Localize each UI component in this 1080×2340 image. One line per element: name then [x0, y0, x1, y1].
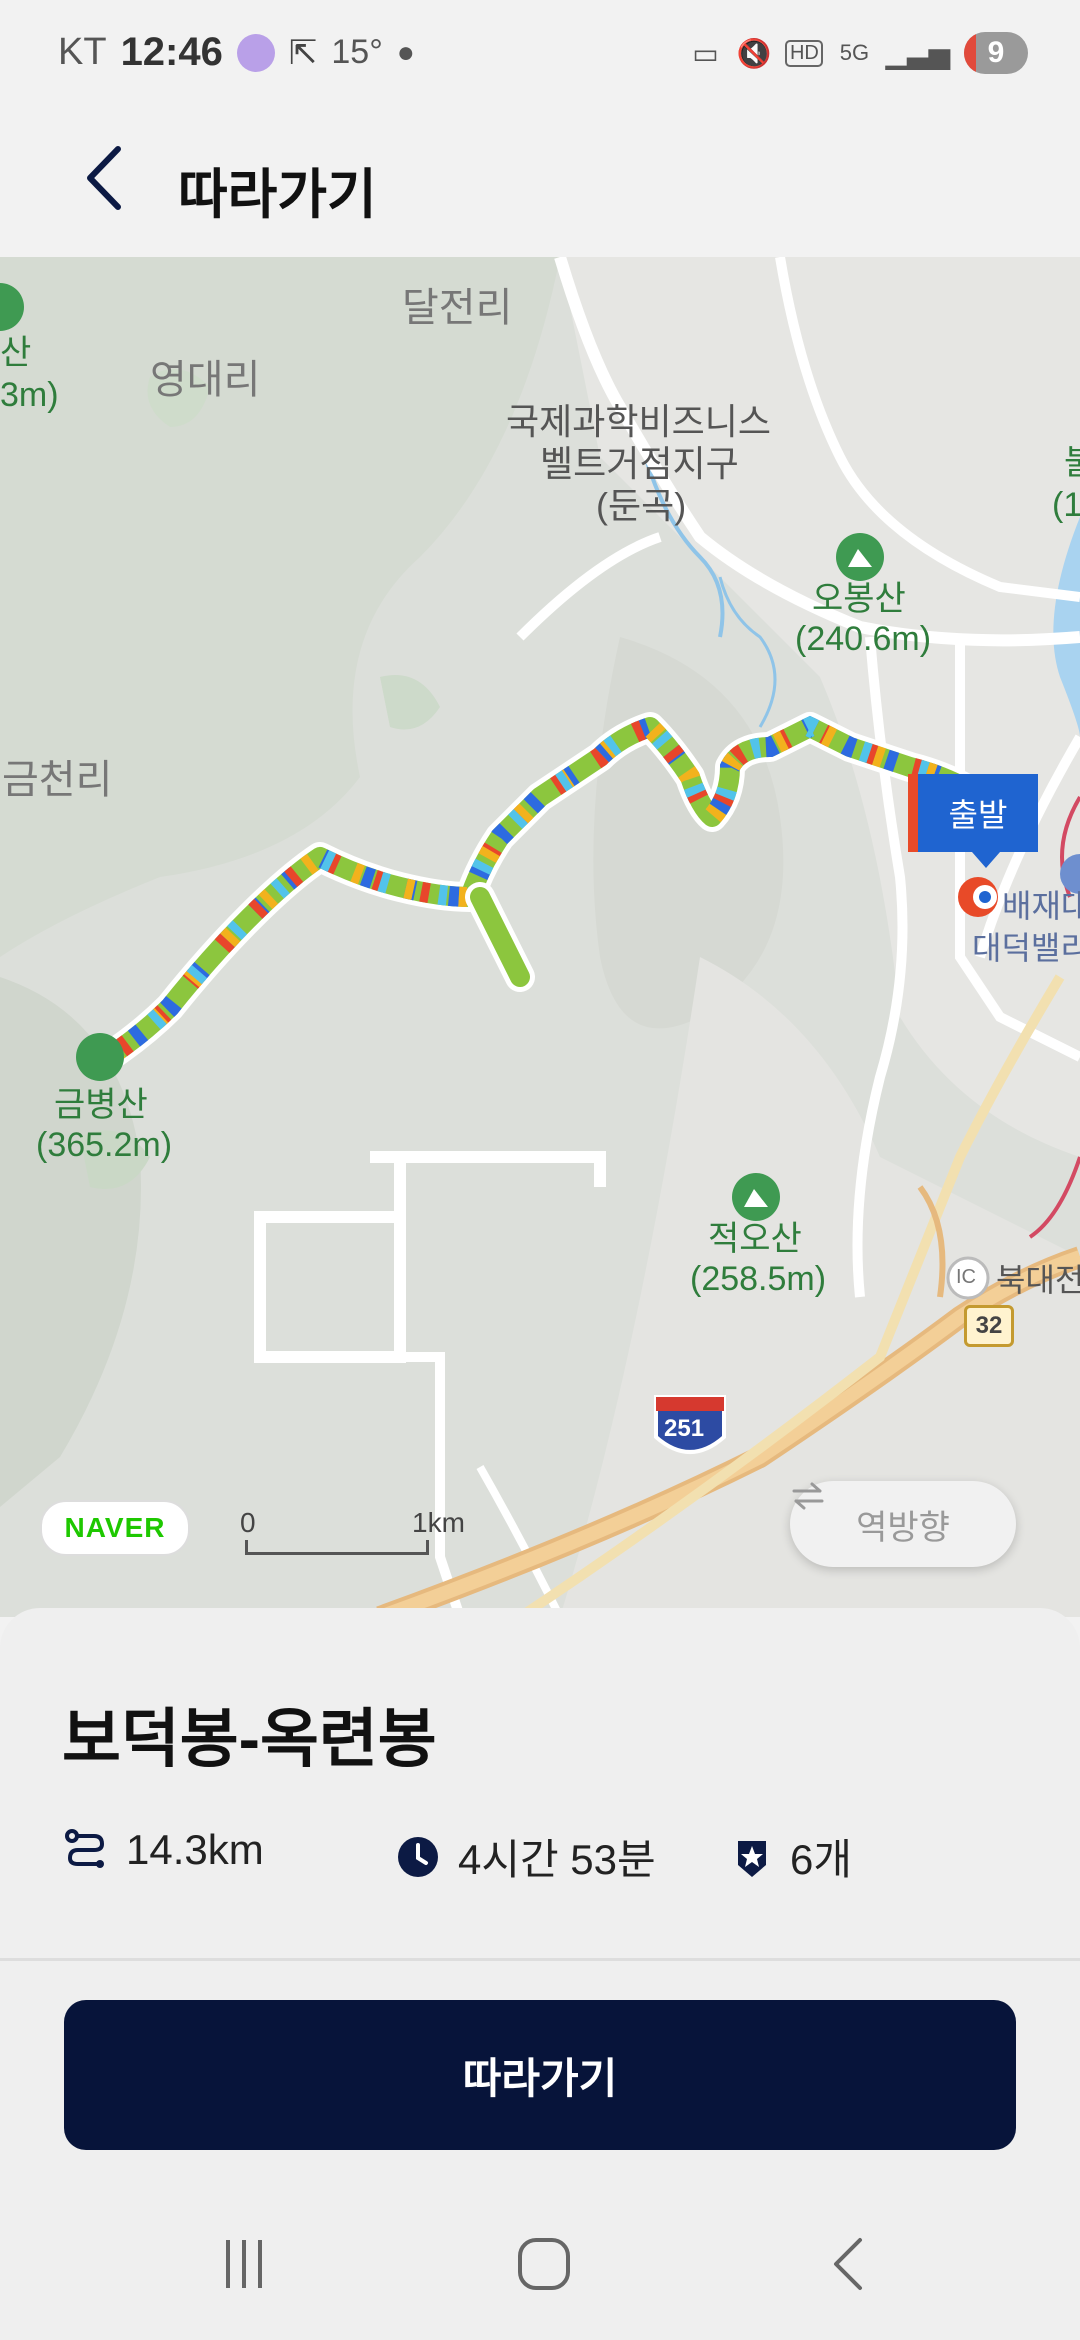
place-label-belt-3: (둔곡) — [596, 485, 687, 526]
home-icon — [518, 2238, 570, 2290]
start-flag: 출발 — [908, 774, 1038, 868]
status-left: KT 12:46 ⇱ 15° ● — [58, 30, 415, 75]
distance-stat: 14.3km — [64, 1826, 264, 1874]
map-view[interactable]: 달전리 영대리 금천리 국제과학비즈니스 벨트거점지구 (둔곡) 산 3m) 불… — [0, 257, 1080, 1617]
clock: 12:46 — [120, 30, 223, 74]
reverse-direction-button[interactable]: 역방향 — [790, 1481, 1016, 1567]
peak-label-obong-name: 오봉산 — [812, 580, 906, 618]
route-32-shield: 32 — [964, 1305, 1014, 1347]
signal-icon: ▁▃▅ — [885, 37, 950, 69]
back-arrow-icon — [834, 2238, 862, 2290]
peak-label-jeogo-elev: (258.5m) — [690, 1260, 827, 1298]
course-title: 보덕봉-옥련봉 — [62, 1703, 437, 1775]
reverse-direction-label: 역방향 — [856, 1508, 950, 1547]
route-icon — [65, 1829, 105, 1868]
checkpoints-stat: 6개 — [732, 1826, 852, 1887]
mute-icon: 🔇 — [736, 37, 772, 69]
poi-label-baejae-2: 대덕밸리 — [972, 930, 1080, 966]
back-button[interactable] — [68, 143, 138, 213]
place-label-right-partial-2: (1 — [1052, 486, 1080, 524]
carrier-label: KT — [58, 31, 107, 73]
chevron-left-icon — [87, 146, 121, 210]
checkpoints-value: 6개 — [790, 1836, 852, 1883]
place-label-geumcheon: 금천리 — [2, 758, 113, 802]
peak-label-left-partial-2: 3m) — [0, 376, 59, 414]
recent-apps-button[interactable] — [204, 2228, 284, 2300]
follow-button[interactable]: 따라가기 — [64, 2000, 1016, 2150]
more-notifications-icon: ● — [396, 35, 415, 69]
place-label-daljeon: 달전리 — [402, 286, 513, 330]
heart-app-icon — [236, 33, 275, 72]
sheet-divider — [0, 1958, 1080, 1961]
naver-logo: NAVER — [40, 1500, 190, 1556]
battery-icon: 9 — [964, 32, 1028, 74]
scale-one-label: 1km — [412, 1507, 465, 1538]
peak-label-geumbyeong-name: 금병산 — [54, 1086, 148, 1124]
place-label-belt-2: 벨트거점지구 — [540, 443, 739, 484]
scale-zero-label: 0 — [240, 1507, 256, 1538]
status-right: ▭ 🔇 HD 5G ▁▃▅ 9 — [689, 32, 1028, 74]
system-nav-bar — [0, 2190, 1080, 2340]
app-bar: 따라가기 — [0, 115, 1080, 257]
start-flag-label: 출발 — [948, 797, 1008, 833]
poi-label-baejae-1: 배재대 — [1002, 888, 1080, 924]
distance-value: 14.3km — [126, 1826, 264, 1873]
peak-label-left-partial-1: 산 — [0, 334, 32, 372]
status-bar: KT 12:46 ⇱ 15° ● ▭ 🔇 HD 5G ▁▃▅ 9 — [0, 0, 1080, 115]
temperature: 15° — [331, 33, 383, 71]
route-251-shield: 251 — [664, 1415, 705, 1442]
clock-icon — [398, 1836, 438, 1877]
peak-label-obong-elev: (240.6m) — [795, 620, 932, 658]
scale-bar — [245, 1540, 429, 1555]
peak-label-jeogo-name: 적오산 — [708, 1220, 802, 1258]
place-label-yeongdae: 영대리 — [150, 358, 261, 402]
ic-badge-label: IC — [956, 1266, 976, 1288]
page-title: 따라가기 — [178, 165, 377, 225]
peak-label-geumbyeong-elev: (365.2m) — [36, 1126, 173, 1164]
hd-icon: HD — [785, 39, 824, 67]
duration-stat: 4시간 53분 — [396, 1826, 656, 1887]
cast-icon: ▭ — [692, 37, 719, 69]
5g-icon: 5G — [839, 40, 870, 65]
poi-label-bukdaejeon: 북대전 — [996, 1262, 1080, 1298]
navigation-app-icon: ⇱ — [288, 33, 318, 72]
course-stats: 14.3km 4시간 53분 6개 — [64, 1826, 1024, 1896]
home-button[interactable] — [504, 2228, 584, 2300]
recent-apps-icon — [226, 2240, 262, 2288]
duration-value: 4시간 53분 — [458, 1836, 656, 1883]
place-label-right-partial-1: 불 — [1064, 444, 1080, 482]
swap-arrows-icon — [792, 1482, 824, 1510]
place-label-belt-1: 국제과학비즈니스 — [506, 401, 771, 442]
system-back-button[interactable] — [808, 2228, 888, 2300]
battery-level: 9 — [987, 36, 1005, 69]
badge-star-icon — [738, 1840, 766, 1877]
